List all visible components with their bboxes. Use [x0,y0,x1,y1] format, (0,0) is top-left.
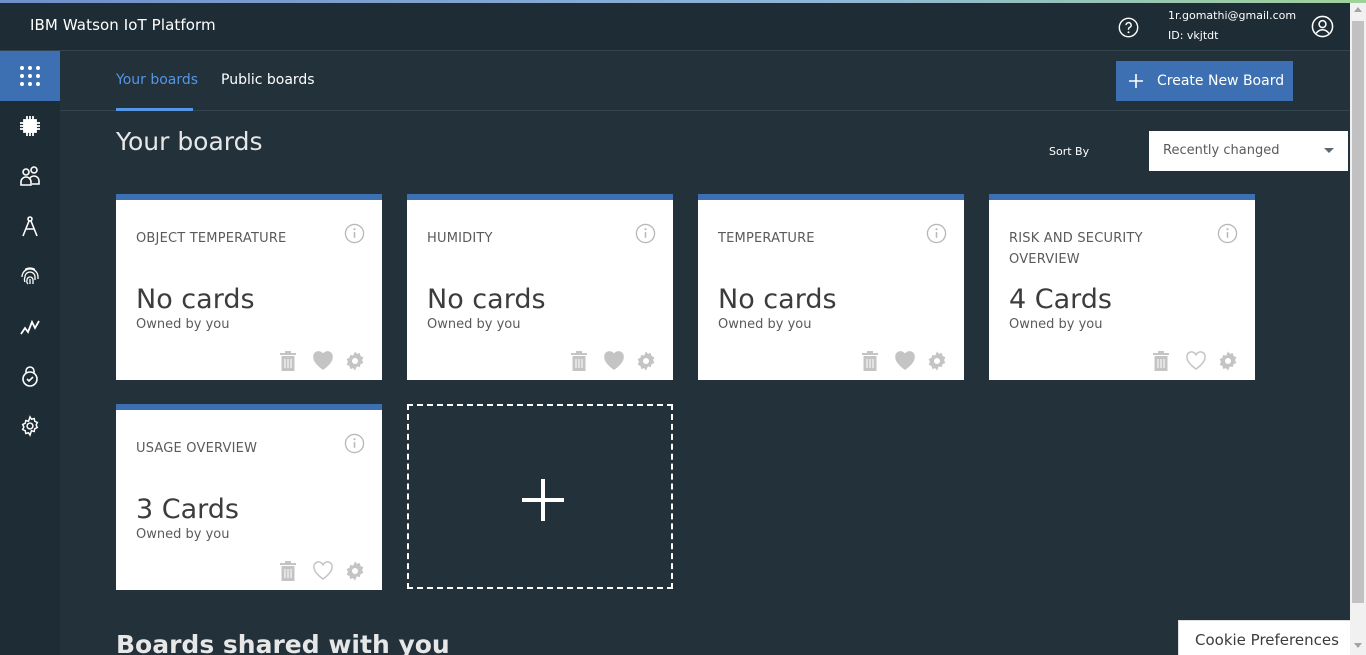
board-owner: Owned by you [136,527,230,542]
plus-icon [1129,74,1143,88]
board-card[interactable]: USAGE OVERVIEW 3 Cards Owned by you [116,404,382,590]
board-card[interactable]: OBJECT TEMPERATURE No cards Owned by you [116,194,382,380]
sort-dropdown[interactable]: Recently changed [1149,131,1348,171]
trash-icon[interactable] [280,560,296,582]
favorite-heart-icon[interactable] [894,350,916,372]
board-actions [858,350,958,372]
page-scrollbar[interactable] [1350,3,1366,655]
board-settings-gear-icon[interactable] [1217,350,1239,372]
sidebar-item-analytics[interactable] [0,301,60,351]
board-settings-gear-icon[interactable] [926,350,948,372]
fingerprint-icon [21,267,39,285]
board-title: RISK AND SECURITY OVERVIEW [1009,231,1143,267]
help-icon[interactable] [1118,17,1139,38]
sidebar-item-members[interactable] [0,151,60,201]
info-icon[interactable] [1217,223,1238,244]
board-actions [276,560,376,582]
grid-apps-icon [20,66,40,86]
sidebar-item-security[interactable] [0,351,60,401]
top-bar: IBM Watson IoT Platform 1r.gomathi@gmail… [0,3,1350,51]
shared-boards-heading: Boards shared with you [116,630,450,655]
board-actions [1149,350,1249,372]
board-owner: Owned by you [718,317,812,332]
sidebar-item-devices[interactable] [0,101,60,151]
chevron-down-icon [1324,148,1334,153]
user-email: 1r.gomathi@gmail.com [1168,9,1297,22]
security-lock-icon [22,366,38,387]
trash-icon[interactable] [280,350,296,372]
board-card-count: No cards [718,284,837,315]
sort-label: Sort By [1049,145,1090,158]
board-actions [276,350,376,372]
board-card[interactable]: TEMPERATURE No cards Owned by you [698,194,964,380]
create-new-board-button[interactable]: Create New Board [1116,61,1293,101]
user-profile-icon[interactable] [1311,15,1334,38]
chip-devices-icon [20,116,40,136]
sort-value: Recently changed [1163,143,1280,158]
tab-your-boards[interactable]: Your boards [116,72,198,88]
add-board-tile[interactable] [407,404,673,589]
analytics-trend-icon [20,319,40,335]
board-settings-gear-icon[interactable] [635,350,657,372]
favorite-heart-icon[interactable] [603,350,625,372]
sidebar-item-boards[interactable] [0,51,60,101]
trash-icon[interactable] [862,350,878,372]
info-icon[interactable] [344,223,365,244]
board-card-count: No cards [427,284,546,315]
favorite-heart-icon[interactable] [312,350,334,372]
create-new-board-label: Create New Board [1157,73,1285,89]
info-icon[interactable] [344,433,365,454]
info-icon[interactable] [926,223,947,244]
board-actions [567,350,667,372]
info-icon[interactable] [635,223,656,244]
board-card[interactable]: RISK AND SECURITY OVERVIEW 4 Cards Owned… [989,194,1255,380]
active-tab-indicator [116,108,193,111]
sidebar-item-apps[interactable] [0,201,60,251]
sidebar-item-identity[interactable] [0,251,60,301]
trash-icon[interactable] [1153,350,1169,372]
favorite-heart-icon[interactable] [312,560,334,582]
plus-icon [522,479,564,521]
board-owner: Owned by you [136,317,230,332]
brand-title[interactable]: IBM Watson IoT Platform [30,16,216,34]
trash-icon[interactable] [571,350,587,372]
page-title: Your boards [116,127,263,156]
board-owner: Owned by you [427,317,521,332]
sidebar-item-settings[interactable] [0,401,60,451]
scroll-down-arrow-icon[interactable] [1354,643,1362,648]
compass-apps-icon [22,216,38,237]
board-card[interactable]: HUMIDITY No cards Owned by you [407,194,673,380]
sidebar-nav [0,51,60,655]
tab-public-boards[interactable]: Public boards [221,72,315,88]
scroll-up-arrow-icon[interactable] [1354,7,1362,12]
board-card-count: 3 Cards [136,494,239,525]
board-card-count: 4 Cards [1009,284,1112,315]
board-title: OBJECT TEMPERATURE [136,231,287,246]
board-title: HUMIDITY [427,231,493,246]
board-card-count: No cards [136,284,255,315]
board-settings-gear-icon[interactable] [344,560,366,582]
scroll-thumb[interactable] [1352,21,1364,603]
favorite-heart-icon[interactable] [1185,350,1207,372]
board-owner: Owned by you [1009,317,1103,332]
user-id: ID: vkjtdt [1168,29,1219,42]
members-icon [20,166,40,186]
board-title: USAGE OVERVIEW [136,441,258,456]
cookie-preferences-button[interactable]: Cookie Preferences [1178,620,1350,655]
board-settings-gear-icon[interactable] [344,350,366,372]
settings-gear-icon [21,415,39,437]
board-title: TEMPERATURE [718,231,815,246]
